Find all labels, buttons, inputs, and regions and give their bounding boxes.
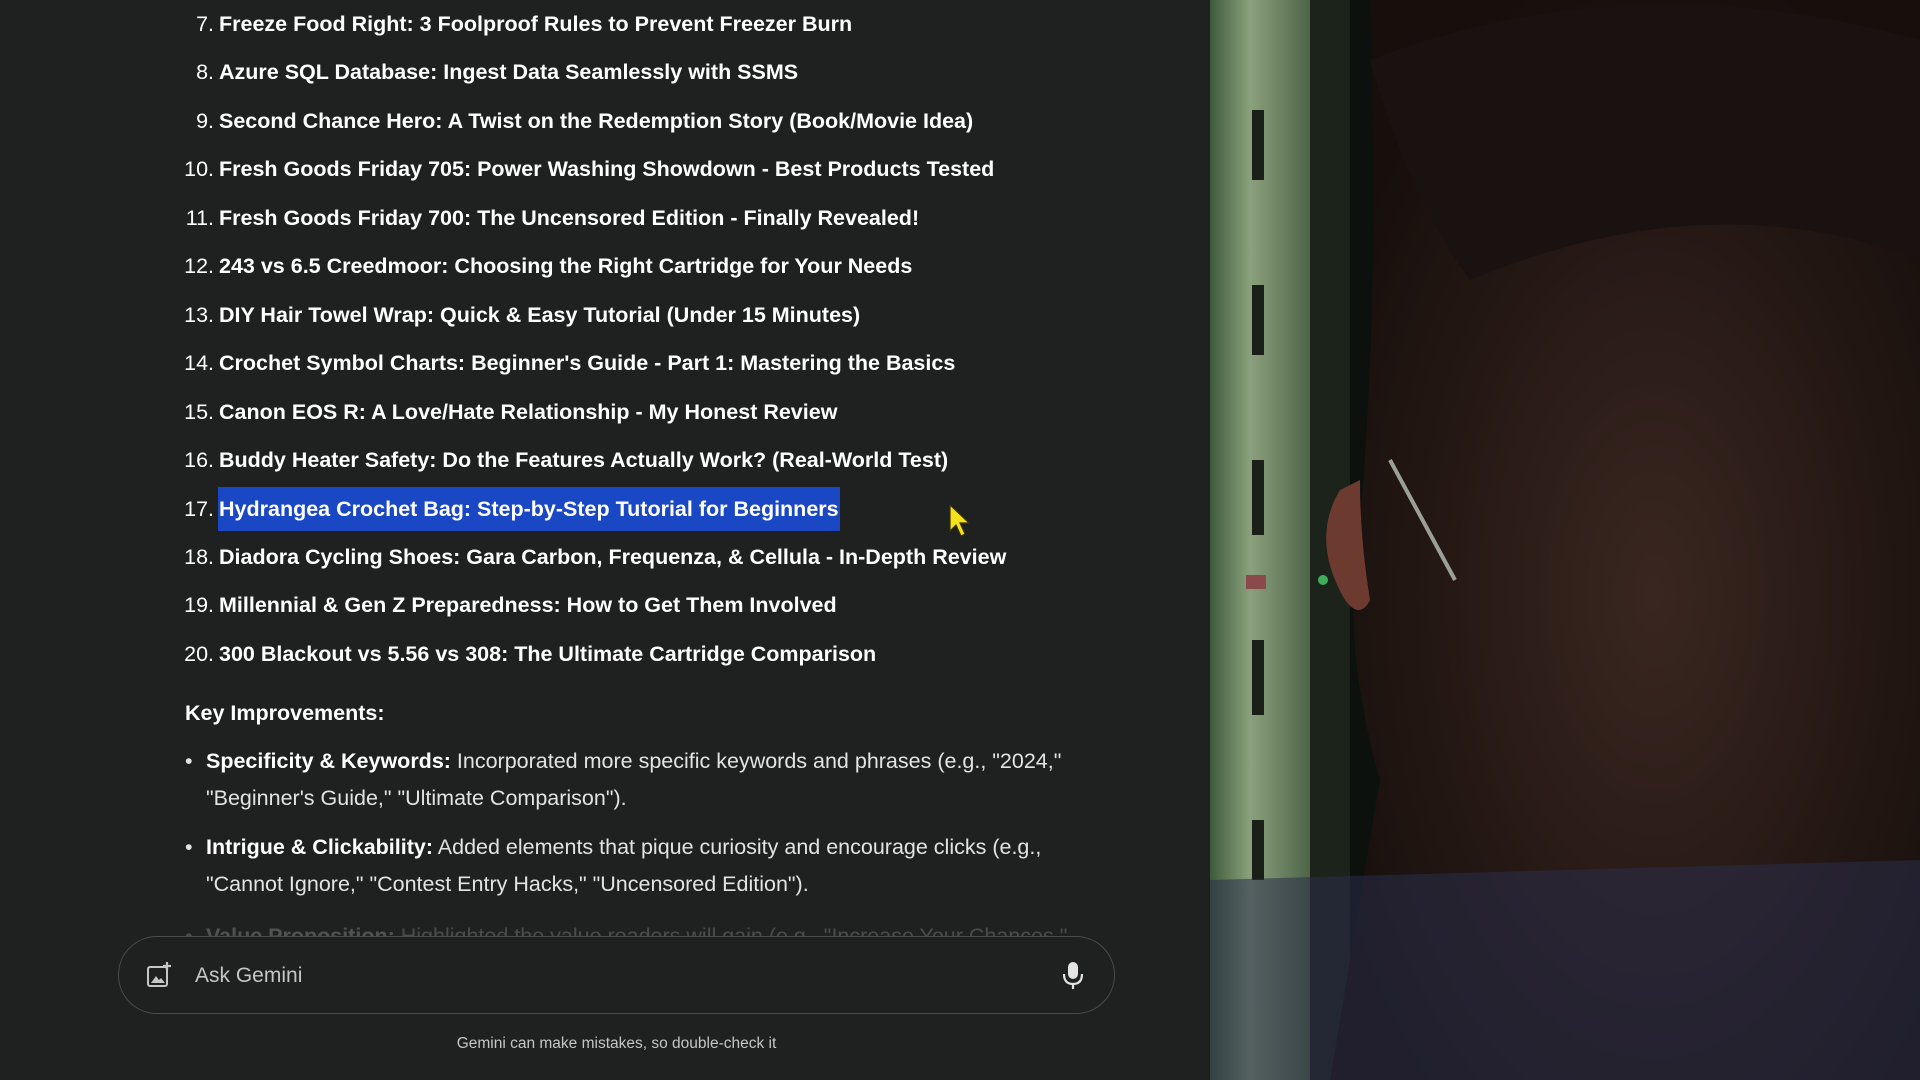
list-item: 15. Canon EOS R: A Love/Hate Relationship… <box>0 390 838 434</box>
list-item-number: 14. <box>184 351 214 375</box>
list-item: 19. Millennial & Gen Z Preparedness: How … <box>0 583 838 627</box>
list-item: 13. DIY Hair Towel Wrap: Quick & Easy Tut… <box>0 293 861 337</box>
mouse-pointer-icon <box>949 503 971 537</box>
ask-gemini-input[interactable] <box>193 955 1017 997</box>
bullet-label: Intrigue & Clickability: <box>206 835 433 859</box>
list-item-number: 10. <box>184 157 214 181</box>
list-item-title: Azure SQL Database: Ingest Data Seamless… <box>219 60 799 84</box>
screen: 7. Freeze Food Right: 3 Foolproof Rules t… <box>0 0 1920 1080</box>
list-item-title: Canon EOS R: A Love/Hate Relationship - … <box>219 400 838 424</box>
list-item-number: 15. <box>184 400 214 424</box>
list-item: 10. Fresh Goods Friday 705: Power Washing… <box>0 147 995 191</box>
list-item-selected: 17. Hydrangea Crochet Bag: Step-by-Step T… <box>0 487 840 531</box>
list-item-number: 7. <box>196 12 214 36</box>
list-item-number: 18. <box>184 545 214 569</box>
list-item: 18. Diadora Cycling Shoes: Gara Carbon, F… <box>0 535 1007 579</box>
list-item-title: 300 Blackout vs 5.56 vs 308: The Ultimat… <box>219 642 877 666</box>
list-item-title: Fresh Goods Friday 705: Power Washing Sh… <box>219 157 995 181</box>
list-item-number: 20. <box>184 642 214 666</box>
list-item: 20. 300 Blackout vs 5.56 vs 308: The Ulti… <box>0 632 877 676</box>
list-item-number: 19. <box>184 593 214 617</box>
list-item-title: Fresh Goods Friday 700: The Uncensored E… <box>219 206 920 230</box>
mic-icon[interactable] <box>1058 959 1088 991</box>
add-image-icon[interactable] <box>145 961 173 989</box>
list-item-title: 243 vs 6.5 Creedmoor: Choosing the Right… <box>219 254 913 278</box>
gemini-chat-panel: 7. Freeze Food Right: 3 Foolproof Rules t… <box>0 0 1210 1080</box>
key-improvements-heading: Key Improvements: <box>185 701 385 725</box>
list-item-title: Buddy Heater Safety: Do the Features Act… <box>219 448 949 472</box>
list-item-number: 9. <box>196 109 214 133</box>
list-item-number: 13. <box>184 303 214 327</box>
disclaimer-text: Gemini can make mistakes, so double-chec… <box>456 1035 777 1052</box>
prompt-input-bar[interactable] <box>118 936 1115 1014</box>
list-item-number: 8. <box>196 60 214 84</box>
bullet-item: • Specificity & Keywords: Incorporated m… <box>185 743 1085 817</box>
selected-text[interactable]: Hydrangea Crochet Bag: Step-by-Step Tuto… <box>218 487 840 531</box>
webcam-feed <box>1210 0 1920 1080</box>
list-item-title: Second Chance Hero: A Twist on the Redem… <box>219 109 974 133</box>
list-item: 9. Second Chance Hero: A Twist on the Red… <box>0 99 974 143</box>
bullet-label: Specificity & Keywords: <box>206 749 451 773</box>
list-item: 8. Azure SQL Database: Ingest Data Seamle… <box>0 50 799 94</box>
list-item-title: Millennial & Gen Z Preparedness: How to … <box>219 593 837 617</box>
bullet-dot: • <box>185 749 193 773</box>
list-item: 16. Buddy Heater Safety: Do the Features … <box>0 438 949 482</box>
list-item-number: 12. <box>184 254 214 278</box>
list-item-title: DIY Hair Towel Wrap: Quick & Easy Tutori… <box>219 303 861 327</box>
list-item: 7. Freeze Food Right: 3 Foolproof Rules t… <box>0 2 853 46</box>
list-item-number: 17. <box>184 497 214 521</box>
list-item-title: Freeze Food Right: 3 Foolproof Rules to … <box>219 12 853 36</box>
bullet-item: • Intrigue & Clickability: Added element… <box>185 829 1085 903</box>
list-item: 12. 243 vs 6.5 Creedmoor: Choosing the Ri… <box>0 244 913 288</box>
list-item-number: 16. <box>184 448 214 472</box>
response-content: 7. Freeze Food Right: 3 Foolproof Rules t… <box>0 0 1210 940</box>
list-item: 14. Crochet Symbol Charts: Beginner's Gui… <box>0 341 956 385</box>
list-item-number: 11. <box>185 206 214 230</box>
list-item: 11. Fresh Goods Friday 700: The Uncensore… <box>0 196 920 240</box>
list-item-title: Diadora Cycling Shoes: Gara Carbon, Freq… <box>219 545 1007 569</box>
bullet-dot: • <box>185 835 193 859</box>
webcam-image <box>1210 0 1920 1080</box>
list-item-title: Crochet Symbol Charts: Beginner's Guide … <box>219 351 956 375</box>
